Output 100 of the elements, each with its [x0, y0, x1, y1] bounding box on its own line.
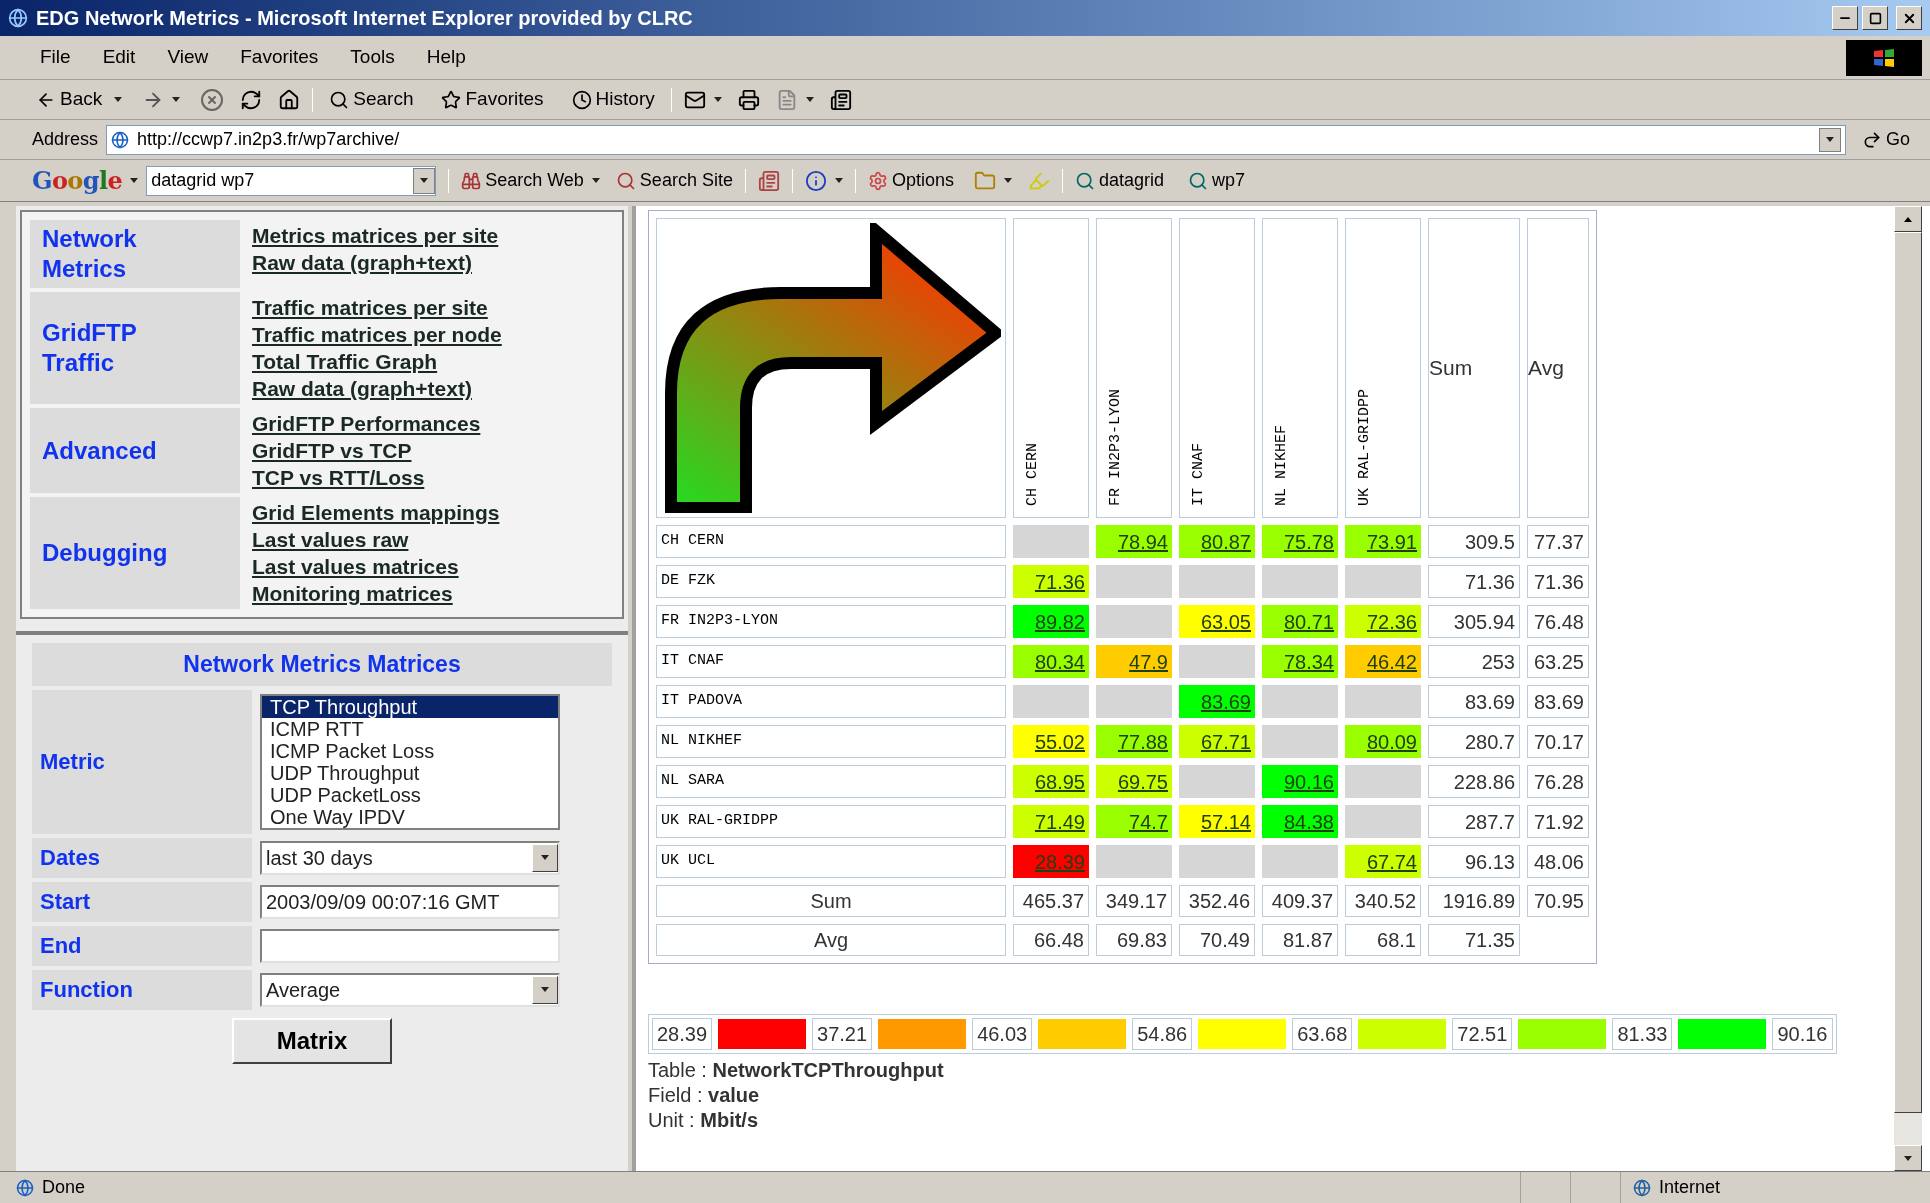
- nav-link[interactable]: GridFTP vs TCP: [252, 437, 481, 464]
- news-icon[interactable]: [757, 169, 780, 192]
- matrix-value-link[interactable]: 80.09: [1345, 725, 1421, 758]
- nav-link[interactable]: Raw data (graph+text): [252, 249, 499, 276]
- legend-value: 63.68: [1292, 1018, 1353, 1050]
- metric-option[interactable]: One Way IPDV: [262, 805, 558, 828]
- matrix-value-link[interactable]: 78.94: [1096, 525, 1172, 558]
- menu-item[interactable]: File: [40, 43, 71, 72]
- menu-item[interactable]: View: [167, 43, 209, 72]
- back-button[interactable]: Back: [32, 85, 107, 114]
- metric-option[interactable]: UDP PacketLoss: [262, 783, 558, 806]
- matrix-value-link[interactable]: 71.49: [1013, 805, 1089, 838]
- column-header: IT CNAF: [1189, 443, 1208, 506]
- matrix-value-link[interactable]: 67.74: [1345, 845, 1421, 878]
- metric-label: Metric: [40, 748, 105, 776]
- options-button[interactable]: Options: [867, 167, 954, 194]
- matrix-value-link[interactable]: 47.9: [1096, 645, 1172, 678]
- stop-icon[interactable]: [200, 87, 225, 112]
- matrix-value-link[interactable]: 80.34: [1013, 645, 1089, 678]
- total-value: 1916.89: [1428, 885, 1520, 917]
- search-web-button[interactable]: Search Web: [461, 167, 584, 194]
- nav-link[interactable]: Traffic matrices per node: [252, 321, 502, 348]
- matrix-value-link[interactable]: 73.91: [1345, 525, 1421, 558]
- total-value: 81.87: [1262, 924, 1338, 956]
- go-button[interactable]: Go: [1854, 126, 1918, 153]
- bookmark-button[interactable]: wp7: [1188, 167, 1246, 194]
- matrix-value-link[interactable]: 80.71: [1262, 605, 1338, 638]
- maximize-button[interactable]: [1862, 6, 1888, 30]
- matrix-value-link[interactable]: 83.69: [1179, 685, 1255, 718]
- matrix-value-link[interactable]: 67.71: [1179, 725, 1255, 758]
- total-value: 340.52: [1345, 885, 1421, 917]
- info-icon[interactable]: [804, 169, 827, 192]
- menu-item[interactable]: Favorites: [240, 43, 319, 72]
- column-header: Sum: [1429, 356, 1473, 380]
- matrix-value-link[interactable]: 84.38: [1262, 805, 1338, 838]
- history-button[interactable]: History: [567, 85, 659, 114]
- matrix-value-link[interactable]: 55.02: [1013, 725, 1089, 758]
- nav-link[interactable]: Total Traffic Graph: [252, 348, 502, 375]
- dropdown-field[interactable]: last 30 days: [260, 840, 560, 875]
- nav-link[interactable]: GridFTP Performances: [252, 410, 481, 437]
- nav-link[interactable]: Traffic matrices per site: [252, 294, 502, 321]
- nav-link[interactable]: Grid Elements mappings: [252, 499, 500, 526]
- form-label: Dates: [40, 844, 100, 872]
- search-icon: [1074, 170, 1095, 191]
- metric-option[interactable]: ICMP RTT: [262, 717, 558, 740]
- matrix-value-link[interactable]: 89.82: [1013, 605, 1089, 638]
- nav-link[interactable]: Last values matrices: [252, 553, 500, 580]
- row-header: UK UCL: [656, 845, 1006, 878]
- nav-link[interactable]: Raw data (graph+text): [252, 375, 502, 402]
- total-label: Avg: [656, 924, 1006, 956]
- matrix-value-link[interactable]: 77.88: [1096, 725, 1172, 758]
- row-header: FR IN2P3-LYON: [656, 605, 1006, 638]
- matrix-value-link[interactable]: 72.36: [1345, 605, 1421, 638]
- bookmark-button[interactable]: datagrid: [1074, 167, 1165, 194]
- nav-link[interactable]: Metrics matrices per site: [252, 222, 499, 249]
- matrix-value-link[interactable]: 75.78: [1262, 525, 1338, 558]
- favorites-button[interactable]: Favorites: [437, 85, 548, 114]
- matrix-button[interactable]: Matrix: [232, 1017, 392, 1064]
- menu-item[interactable]: Help: [426, 43, 466, 72]
- info-line: Table : NetworkTCPThroughput: [648, 1058, 945, 1083]
- matrix-value-link[interactable]: 57.14: [1179, 805, 1255, 838]
- menu-item[interactable]: Edit: [102, 43, 136, 72]
- google-logo[interactable]: Google: [32, 168, 123, 193]
- search-site-button[interactable]: Search Site: [615, 167, 733, 194]
- nav-link[interactable]: Monitoring matrices: [252, 580, 500, 607]
- dropdown-field[interactable]: Average: [260, 972, 560, 1007]
- matrix-value-link[interactable]: 80.87: [1179, 525, 1255, 558]
- menu-item[interactable]: Tools: [350, 43, 395, 72]
- matrix-value-link[interactable]: 71.36: [1013, 565, 1089, 598]
- matrix-value-link[interactable]: 69.75: [1096, 765, 1172, 798]
- row-avg: 48.06: [1527, 845, 1589, 878]
- metric-option[interactable]: TCP Throughput: [262, 695, 558, 718]
- address-field[interactable]: http://ccwp7.in2p3.fr/wp7archive/: [106, 124, 1846, 155]
- browser-icon: [8, 8, 28, 28]
- nav-link[interactable]: TCP vs RTT/Loss: [252, 464, 481, 491]
- search-button[interactable]: Search: [325, 85, 418, 114]
- print-icon[interactable]: [737, 88, 760, 111]
- total-value: 349.17: [1096, 885, 1172, 917]
- home-icon[interactable]: [278, 88, 301, 111]
- matrix-value-link[interactable]: 90.16: [1262, 765, 1338, 798]
- total-value: 352.46: [1179, 885, 1255, 917]
- metric-listbox[interactable]: TCP Throughput ICMP RTT ICMP Packet Loss UDP Throughput UDP PacketLoss One Way IPDV: [260, 693, 560, 830]
- matrix-value-link[interactable]: 63.05: [1179, 605, 1255, 638]
- input-field[interactable]: 2003/09/09 00:07:16 GMT: [260, 884, 560, 919]
- google-search-field[interactable]: datagrid wp7: [146, 165, 437, 196]
- row-sum: 305.94: [1428, 605, 1520, 638]
- refresh-icon[interactable]: [240, 88, 263, 111]
- metric-option[interactable]: UDP Throughput: [262, 761, 558, 784]
- matrix-value-link[interactable]: 68.95: [1013, 765, 1089, 798]
- matrix-value-link[interactable]: 78.34: [1262, 645, 1338, 678]
- input-field[interactable]: [260, 928, 560, 963]
- search-icon: [1188, 170, 1209, 191]
- minimize-button[interactable]: [1832, 6, 1858, 30]
- matrix-value-link[interactable]: 74.7: [1096, 805, 1172, 838]
- legend-value: 54.86: [1132, 1018, 1193, 1050]
- matrix-value-link[interactable]: 46.42: [1345, 645, 1421, 678]
- metric-option[interactable]: ICMP Packet Loss: [262, 739, 558, 762]
- window-title: EDG Network Metrics - Microsoft Internet Explorer provided by CLRC: [36, 6, 693, 31]
- close-button[interactable]: [1896, 6, 1922, 30]
- nav-link[interactable]: Last values raw: [252, 526, 500, 553]
